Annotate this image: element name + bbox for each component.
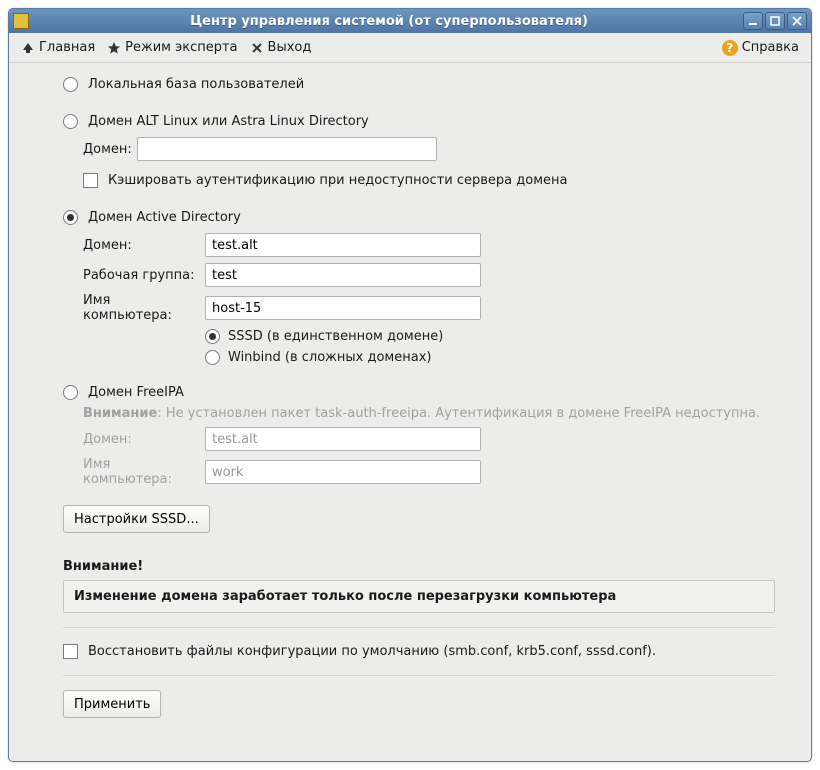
checkbox-icon <box>63 644 78 659</box>
option-freeipa: Домен FreeIPA Внимание: Не установлен па… <box>27 383 793 487</box>
ad-hostname-input[interactable] <box>205 296 481 320</box>
minimize-button[interactable] <box>743 12 763 30</box>
sssd-button-area: Настройки SSSD... <box>63 505 775 533</box>
ad-workgroup-label: Рабочая группа: <box>83 268 201 283</box>
freeipa-domain-row: Домен: <box>83 427 793 451</box>
checkbox-icon <box>83 173 98 188</box>
radio-ad-label: Домен Active Directory <box>88 210 241 225</box>
minimize-icon <box>748 16 758 26</box>
window-title: Центр управления системой (от суперпольз… <box>35 14 743 29</box>
radio-icon <box>63 210 78 225</box>
sssd-settings-button[interactable]: Настройки SSSD... <box>63 505 210 533</box>
apply-area: Применить <box>63 690 775 718</box>
ad-domain-row: Домен: <box>83 233 793 257</box>
help-icon: ? <box>722 40 738 56</box>
option-local: Локальная база пользователей <box>27 75 793 94</box>
ad-workgroup-input[interactable] <box>205 263 481 287</box>
freeipa-domain-input <box>205 427 481 451</box>
radio-alt-label: Домен ALT Linux или Astra Linux Director… <box>88 114 369 129</box>
alt-domain-row: Домен: <box>83 137 793 161</box>
ad-hostname-row: Имя компьютера: <box>83 293 793 323</box>
star-icon <box>107 41 121 55</box>
freeipa-warn-text: : Не установлен пакет task-auth-freeipa.… <box>157 406 760 421</box>
maximize-button[interactable] <box>765 12 785 30</box>
freeipa-hostname-input <box>205 460 481 484</box>
titlebar: Центр управления системой (от суперпольз… <box>9 9 811 33</box>
toolbar-expert-label: Режим эксперта <box>125 40 237 55</box>
notice-box: Изменение домена заработает только после… <box>63 580 775 613</box>
radio-freeipa[interactable]: Домен FreeIPA <box>63 383 793 402</box>
window-buttons <box>743 12 807 30</box>
alt-subform: Домен: Кэшировать аутентификацию при нед… <box>83 137 793 190</box>
toolbar-exit[interactable]: Выход <box>244 37 318 58</box>
app-icon <box>13 13 29 29</box>
freeipa-domain-label: Домен: <box>83 432 201 447</box>
freeipa-hostname-row: Имя компьютера: <box>83 457 793 487</box>
radio-freeipa-label: Домен FreeIPA <box>88 385 184 400</box>
restore-area: Восстановить файлы конфигурации по умолч… <box>63 642 775 661</box>
radio-icon <box>63 385 78 400</box>
ad-hostname-label: Имя компьютера: <box>83 293 201 323</box>
freeipa-hostname-label: Имя компьютера: <box>83 457 201 487</box>
arrow-up-icon <box>21 41 35 55</box>
ad-domain-input[interactable] <box>205 233 481 257</box>
window-frame: Центр управления системой (от суперпольз… <box>8 8 812 762</box>
radio-icon <box>205 329 220 344</box>
divider <box>63 627 775 628</box>
notice-heading: Внимание! <box>63 559 775 574</box>
ad-domain-label: Домен: <box>83 238 201 253</box>
radio-alt[interactable]: Домен ALT Linux или Astra Linux Director… <box>63 112 793 131</box>
radio-winbind-label: Winbind (в сложных доменах) <box>228 350 431 365</box>
toolbar-home-label: Главная <box>39 40 95 55</box>
close-icon <box>792 16 802 26</box>
freeipa-warning: Внимание: Не установлен пакет task-auth-… <box>83 406 793 421</box>
toolbar-expert[interactable]: Режим эксперта <box>101 37 243 58</box>
ad-subform: Домен: Рабочая группа: Имя компьютера: S… <box>83 233 793 365</box>
radio-icon <box>205 350 220 365</box>
radio-ad[interactable]: Домен Active Directory <box>63 208 793 227</box>
freeipa-subform: Домен: Имя компьютера: <box>83 427 793 487</box>
toolbar-home[interactable]: Главная <box>15 37 101 58</box>
option-alt: Домен ALT Linux или Astra Linux Director… <box>27 112 793 190</box>
radio-winbind[interactable]: Winbind (в сложных доменах) <box>205 350 793 365</box>
alt-cache-row[interactable]: Кэшировать аутентификацию при недоступно… <box>83 171 793 190</box>
close-button[interactable] <box>787 12 807 30</box>
content-area: Локальная база пользователей Домен ALT L… <box>9 63 811 761</box>
radio-icon <box>63 114 78 129</box>
freeipa-warn-prefix: Внимание <box>83 406 157 421</box>
radio-sssd[interactable]: SSSD (в единственном домене) <box>205 329 793 344</box>
radio-sssd-label: SSSD (в единственном домене) <box>228 329 443 344</box>
alt-domain-label: Домен: <box>83 142 133 157</box>
radio-local-label: Локальная база пользователей <box>88 77 304 92</box>
alt-domain-input[interactable] <box>137 137 437 161</box>
restore-checkbox-row[interactable]: Восстановить файлы конфигурации по умолч… <box>63 642 775 661</box>
ad-workgroup-row: Рабочая группа: <box>83 263 793 287</box>
radio-local[interactable]: Локальная база пользователей <box>63 75 793 94</box>
radio-icon <box>63 77 78 92</box>
alt-cache-label: Кэшировать аутентификацию при недоступно… <box>108 173 567 188</box>
option-ad: Домен Active Directory Домен: Рабочая гр… <box>27 208 793 365</box>
exit-icon <box>250 41 264 55</box>
toolbar-exit-label: Выход <box>268 40 312 55</box>
apply-button[interactable]: Применить <box>63 690 161 718</box>
divider <box>63 675 775 676</box>
maximize-icon <box>770 16 780 26</box>
restore-label: Восстановить файлы конфигурации по умолч… <box>88 644 656 659</box>
toolbar-help[interactable]: ? Справка <box>716 37 805 59</box>
toolbar: Главная Режим эксперта Выход ? Справка <box>9 33 811 63</box>
notice-area: Внимание! Изменение домена заработает то… <box>63 559 775 613</box>
toolbar-help-label: Справка <box>742 40 799 55</box>
